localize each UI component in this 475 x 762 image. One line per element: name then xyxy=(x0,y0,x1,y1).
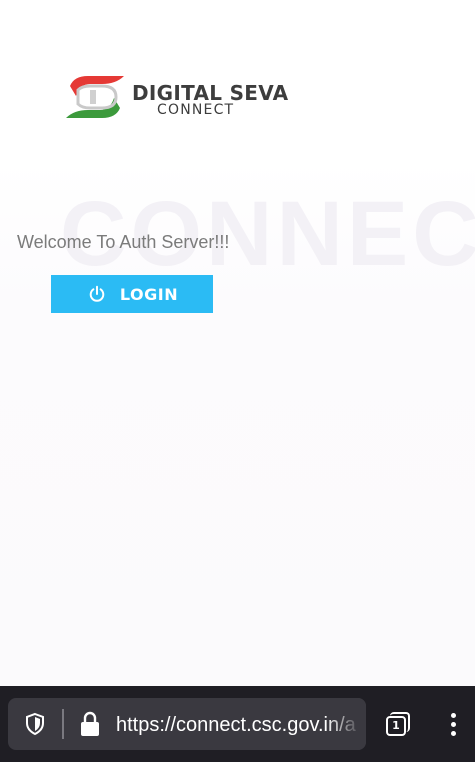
welcome-message: Welcome To Auth Server!!! xyxy=(17,232,230,252)
address-bar[interactable]: https://connect.csc.gov.in/a xyxy=(8,698,366,750)
shield-icon[interactable] xyxy=(23,712,47,736)
more-vertical-icon[interactable] xyxy=(443,712,465,738)
login-button-label: LOGIN xyxy=(119,284,179,304)
url-fade xyxy=(326,698,366,750)
power-icon xyxy=(89,285,105,302)
digital-seva-logo-icon xyxy=(66,76,124,118)
address-divider xyxy=(62,709,64,739)
brand-subtitle: CONNECT xyxy=(157,102,235,118)
browser-toolbar: https://connect.csc.gov.in/a 1 xyxy=(0,686,475,762)
login-button[interactable]: LOGIN xyxy=(51,275,213,313)
lock-icon[interactable] xyxy=(79,711,101,737)
tabs-button[interactable]: 1 xyxy=(383,712,411,738)
page: CONNECT DIGITAL SEVA CONNECT Welcome To … xyxy=(0,0,475,762)
brand-title: DIGITAL SEVA xyxy=(132,81,289,105)
digital-seva-logo: DIGITAL SEVA CONNECT xyxy=(62,72,288,124)
url-text[interactable]: https://connect.csc.gov.in/a xyxy=(116,713,356,737)
tab-count: 1 xyxy=(386,716,406,736)
